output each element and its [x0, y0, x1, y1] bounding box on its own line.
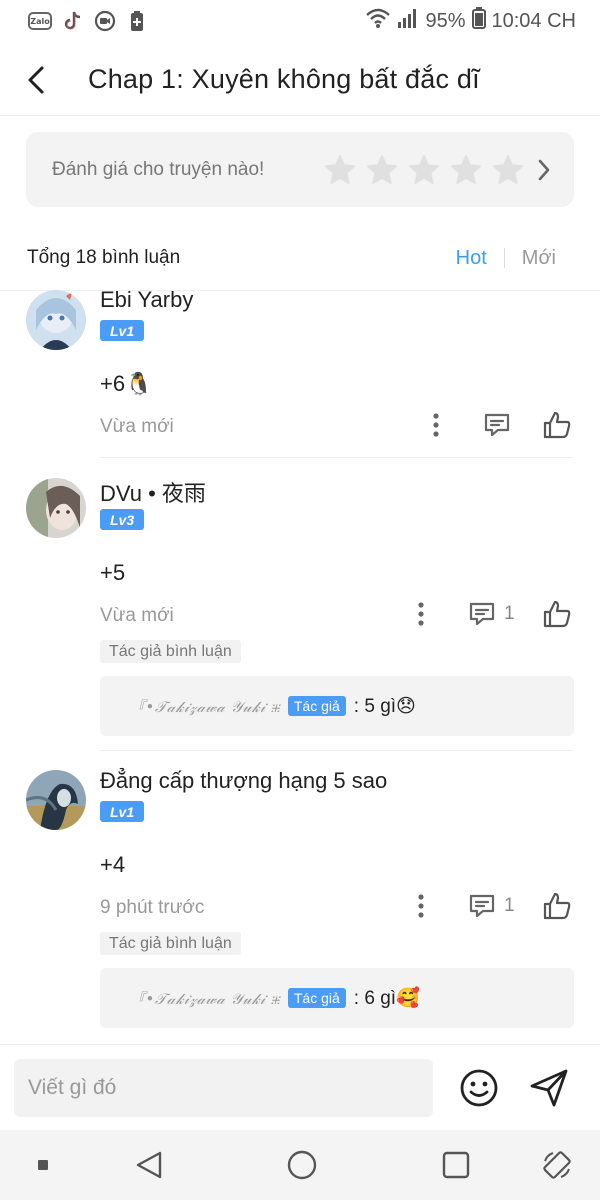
- reply-button[interactable]: 1: [468, 889, 515, 923]
- reply-author: 『•𝒯𝒶𝓀𝒾𝓏𝒶𝓌𝒶 𝒴𝓊𝓀𝒾 ⁜: [130, 989, 280, 1008]
- thumbs-up-icon: [543, 600, 571, 628]
- comment-time: 9 phút trước: [100, 897, 205, 918]
- rotate-screen-icon: [543, 1151, 571, 1179]
- star-icon[interactable]: [324, 154, 356, 186]
- more-vertical-icon: [433, 413, 439, 437]
- tab-hot[interactable]: Hot: [439, 247, 504, 270]
- comment-username[interactable]: Ebi Yarby: [100, 287, 193, 313]
- comment-text: +6🐧: [100, 371, 153, 396]
- star-icon[interactable]: [366, 154, 398, 186]
- square-dot-icon: [38, 1160, 48, 1170]
- author-badge: Tác giả: [287, 988, 346, 1008]
- battery-percent: 95%: [425, 9, 466, 32]
- triangle-back-icon: [136, 1151, 162, 1179]
- clock: 10:04 CH: [491, 9, 577, 32]
- sort-tabs: Hot Mới: [439, 247, 573, 270]
- reply-author: 『•𝒯𝒶𝓀𝒾𝓏𝒶𝓌𝒶 𝒴𝓊𝓀𝒾 ⁜: [130, 697, 280, 716]
- nav-back-button[interactable]: [131, 1147, 167, 1183]
- page-title: Chap 1: Xuyên không bất đắc dĩ: [88, 64, 480, 94]
- status-bar: Zalo 95% 10:04 CH: [0, 0, 600, 42]
- reply-text: : 6 gì🥰: [353, 988, 420, 1009]
- signal-icon: [397, 7, 419, 35]
- emoji-button[interactable]: [458, 1067, 500, 1109]
- video-call-icon: [94, 10, 116, 32]
- rating-stars: [324, 154, 524, 186]
- send-icon: [530, 1069, 568, 1107]
- emoji-icon: [460, 1069, 498, 1107]
- comments-header: Tổng 18 bình luận Hot Mới: [27, 240, 573, 276]
- square-recents-icon: [442, 1151, 470, 1179]
- level-badge: Lv3: [100, 509, 145, 530]
- like-button[interactable]: [540, 597, 574, 631]
- system-nav-bar: [0, 1130, 600, 1200]
- battery-icon: [471, 7, 486, 35]
- rating-prompt: Đánh giá cho truyện nào!: [52, 158, 265, 180]
- divider: [100, 457, 574, 458]
- thumbs-up-icon: [543, 411, 571, 439]
- reply-count: 1: [504, 603, 515, 624]
- author-badge: Tác giả: [287, 696, 346, 716]
- battery-saver-icon: [126, 10, 148, 32]
- comment-count: Tổng 18 bình luận: [27, 247, 181, 268]
- more-vertical-icon: [418, 602, 424, 626]
- avatar[interactable]: [26, 478, 86, 538]
- comment-composer: [0, 1044, 600, 1130]
- reply-preview[interactable]: 『•𝒯𝒶𝓀𝒾𝓏𝒶𝓌𝒶 𝒴𝓊𝓀𝒾 ⁜ Tác giả : 6 gì🥰: [100, 968, 574, 1028]
- divider: [0, 290, 600, 291]
- avatar[interactable]: [26, 290, 86, 350]
- level-badge: Lv1: [100, 801, 145, 822]
- tiktok-icon: [62, 10, 84, 32]
- notification-icons: Zalo: [28, 10, 148, 32]
- nav-menu-button[interactable]: [25, 1147, 61, 1183]
- send-button[interactable]: [528, 1067, 572, 1109]
- more-options-button[interactable]: [406, 597, 436, 631]
- thumbs-up-icon: [543, 892, 571, 920]
- reply-text: : 5 gì😞: [353, 695, 416, 717]
- system-indicators: 95% 10:04 CH: [365, 7, 576, 35]
- top-app-bar: Chap 1: Xuyên không bất đắc dĩ: [0, 44, 600, 116]
- reply-preview[interactable]: 『•𝒯𝒶𝓀𝒾𝓏𝒶𝓌𝒶 𝒴𝓊𝓀𝒾 ⁜ Tác giả : 5 gì😞: [100, 676, 574, 736]
- like-button[interactable]: [540, 889, 574, 923]
- level-badge: Lv1: [100, 320, 145, 341]
- comment-icon: [484, 413, 510, 437]
- comment-input[interactable]: [14, 1059, 433, 1117]
- nav-home-button[interactable]: [284, 1147, 320, 1183]
- chevron-right-icon: [534, 155, 554, 185]
- comment-time: Vừa mới: [100, 416, 174, 437]
- nav-recents-button[interactable]: [438, 1147, 474, 1183]
- reply-button[interactable]: [483, 408, 519, 442]
- avatar[interactable]: [26, 770, 86, 830]
- comment-text: +5: [100, 560, 126, 585]
- more-options-button[interactable]: [421, 408, 451, 442]
- star-icon[interactable]: [492, 154, 524, 186]
- author-commented-tag: Tác giả bình luận: [100, 640, 241, 663]
- comment-username[interactable]: Đẳng cấp thượng hạng 5 sao: [100, 768, 387, 794]
- comment-text: +4: [100, 852, 126, 877]
- tab-new[interactable]: Mới: [505, 247, 573, 270]
- comment-time: Vừa mới: [100, 605, 174, 626]
- wifi-icon: [365, 7, 391, 35]
- nav-rotate-button[interactable]: [539, 1147, 575, 1183]
- chevron-left-icon: [28, 66, 44, 93]
- divider: [100, 750, 574, 751]
- comment-icon: [469, 894, 495, 918]
- zalo-icon: Zalo: [28, 12, 52, 30]
- author-commented-tag: Tác giả bình luận: [100, 932, 241, 955]
- comment-icon: [469, 602, 495, 626]
- more-options-button[interactable]: [406, 889, 436, 923]
- more-vertical-icon: [418, 894, 424, 918]
- like-button[interactable]: [540, 408, 574, 442]
- back-button[interactable]: [0, 44, 72, 116]
- reply-count: 1: [504, 895, 515, 916]
- reply-button[interactable]: 1: [468, 597, 515, 631]
- star-icon[interactable]: [408, 154, 440, 186]
- comment-username[interactable]: DVu • 夜雨: [100, 476, 206, 508]
- star-icon[interactable]: [450, 154, 482, 186]
- rating-bar[interactable]: Đánh giá cho truyện nào!: [26, 132, 574, 207]
- circle-home-icon: [287, 1150, 317, 1180]
